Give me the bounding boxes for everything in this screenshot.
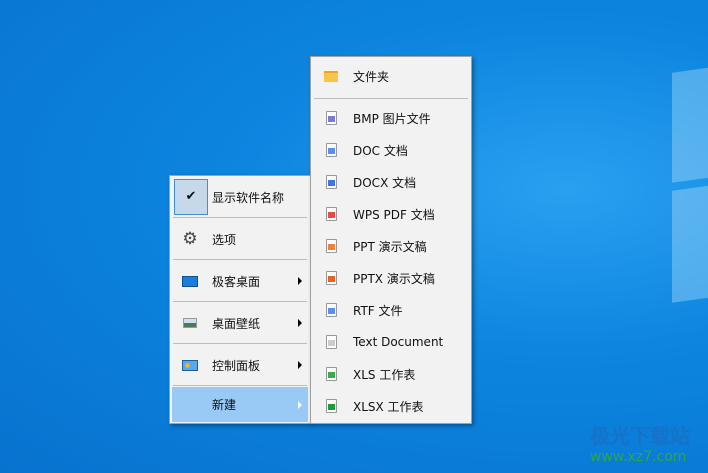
- text-file-icon: [311, 335, 351, 349]
- windows-logo-pane: [672, 67, 708, 183]
- menu-item-options[interactable]: ⚙ 选项: [172, 220, 308, 258]
- gear-icon: ⚙: [182, 229, 198, 249]
- desktop-icon: [172, 275, 208, 287]
- separator: [173, 217, 307, 218]
- submenu-item[interactable]: PPT 演示文稿: [311, 231, 471, 261]
- folder-icon: [311, 70, 351, 82]
- doc-file-icon: [311, 143, 351, 157]
- ppt-file-icon: [311, 239, 351, 253]
- menu-label: WPS PDF 文档: [353, 207, 435, 222]
- pptx-file-icon: [311, 271, 351, 285]
- submenu-item[interactable]: PPTX 演示文稿: [311, 263, 471, 293]
- menu-label: Text Document: [353, 335, 444, 349]
- xlsx-file-icon: [311, 399, 351, 413]
- context-menu: ✔ 显示软件名称 ⚙ 选项 极客桌面 桌面壁纸 控制面板 新建: [169, 175, 311, 424]
- submenu-item[interactable]: WPS PDF 文档: [311, 199, 471, 229]
- menu-item-geek-desktop[interactable]: 极客桌面: [172, 262, 308, 300]
- menu-label: XLSX 工作表: [353, 399, 424, 414]
- menu-item-new[interactable]: 新建: [172, 387, 308, 422]
- separator: [314, 98, 468, 99]
- xls-file-icon: [311, 367, 351, 381]
- menu-label: XLS 工作表: [353, 367, 416, 382]
- menu-label: BMP 图片文件: [353, 111, 431, 126]
- pdf-file-icon: [311, 207, 351, 221]
- menu-label: 显示软件名称: [212, 190, 285, 205]
- submenu-item[interactable]: DOC 文档: [311, 135, 471, 165]
- submenu-item-folder[interactable]: 文件夹: [311, 61, 471, 91]
- submenu-arrow-icon: [298, 277, 302, 285]
- menu-item-wallpaper[interactable]: 桌面壁纸: [172, 304, 308, 342]
- watermark-title: 极光下载站: [590, 424, 690, 448]
- bmp-file-icon: [311, 111, 351, 125]
- docx-file-icon: [311, 175, 351, 189]
- separator: [173, 301, 307, 302]
- menu-label: PPT 演示文稿: [353, 239, 427, 254]
- submenu-item[interactable]: BMP 图片文件: [311, 103, 471, 133]
- menu-label: 文件夹: [353, 69, 390, 84]
- menu-label: 新建: [212, 398, 237, 412]
- submenu-item[interactable]: XLSX 工作表: [311, 391, 471, 421]
- separator: [173, 343, 307, 344]
- wallpaper-icon: [172, 318, 208, 328]
- menu-label: RTF 文件: [353, 303, 403, 318]
- submenu-item[interactable]: XLS 工作表: [311, 359, 471, 389]
- submenu-arrow-icon: [298, 361, 302, 369]
- menu-label: DOCX 文档: [353, 175, 417, 190]
- submenu-arrow-icon: [298, 319, 302, 327]
- menu-label: 控制面板: [212, 358, 261, 373]
- rtf-file-icon: [311, 303, 351, 317]
- windows-logo-pane: [672, 185, 708, 303]
- menu-label: 极客桌面: [212, 274, 261, 289]
- menu-label: 选项: [212, 232, 237, 247]
- watermark-logo: 极光下载站 www.xz7.com: [560, 420, 690, 465]
- submenu-item[interactable]: RTF 文件: [311, 295, 471, 325]
- submenu-item[interactable]: DOCX 文档: [311, 167, 471, 197]
- menu-label: PPTX 演示文稿: [353, 271, 435, 286]
- submenu-arrow-icon: [298, 400, 302, 409]
- watermark-url: www.xz7.com: [590, 449, 687, 465]
- control-panel-icon: [172, 359, 208, 371]
- new-submenu: 文件夹 BMP 图片文件 DOC 文档 DOCX 文档 WPS PDF 文档 PPT 演…: [310, 56, 472, 424]
- menu-label: 桌面壁纸: [212, 316, 261, 331]
- menu-label: DOC 文档: [353, 143, 408, 158]
- menu-item-control-panel[interactable]: 控制面板: [172, 346, 308, 384]
- check-icon: ✔: [172, 179, 208, 215]
- menu-item-show-name[interactable]: ✔ 显示软件名称: [172, 178, 308, 216]
- separator: [173, 259, 307, 260]
- submenu-item[interactable]: Text Document: [311, 327, 471, 357]
- separator: [173, 385, 307, 386]
